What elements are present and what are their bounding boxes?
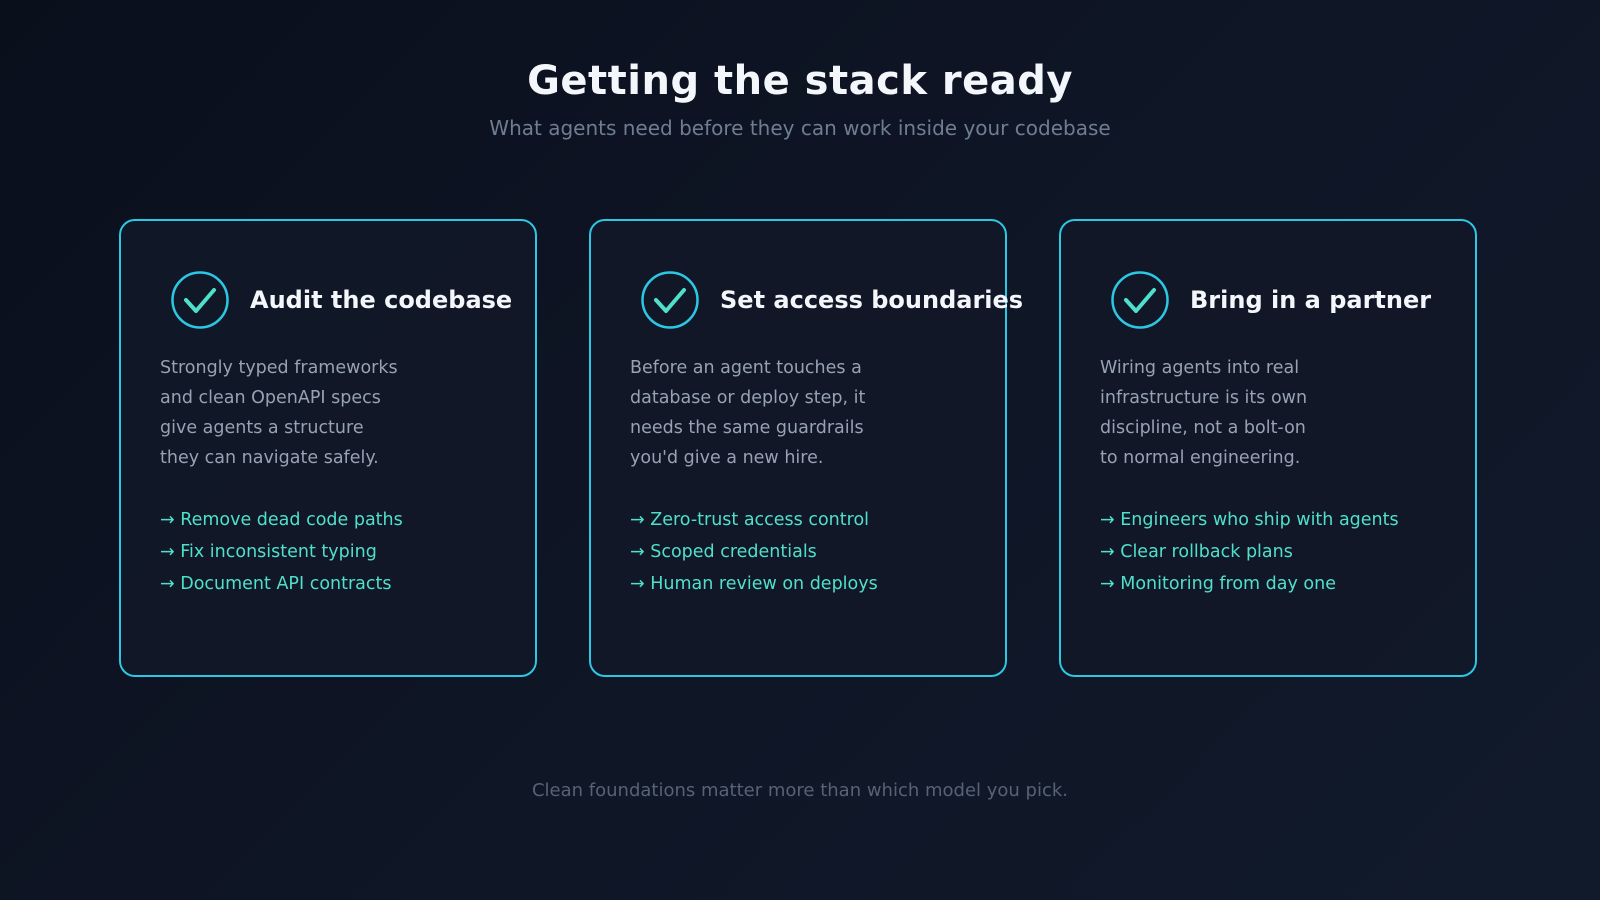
bullet-item: → Zero-trust access control <box>630 510 870 530</box>
description-line: they can navigate safely. <box>160 448 379 468</box>
bullet-item: → Scoped credentials <box>630 542 817 562</box>
bullet-item: → Document API contracts <box>160 574 392 594</box>
bullet-item: → Human review on deploys <box>630 574 878 594</box>
bullet-item: → Engineers who ship with agents <box>1100 510 1399 530</box>
card-access-boundaries: Set access boundaries Before an agent to… <box>589 219 1023 677</box>
footer-note: Clean foundations matter more than which… <box>531 780 1069 801</box>
card-title: Bring in a partner <box>1190 286 1432 314</box>
card-bring-partner: Bring in a partner Wiring agents into re… <box>1059 219 1477 677</box>
check-circle-icon <box>641 271 699 329</box>
check-circle-icon <box>1111 271 1169 329</box>
page-title: Getting the stack ready <box>527 58 1073 104</box>
bullet-list: → Engineers who ship with agents → Clear… <box>1100 504 1399 600</box>
cards-row: Audit the codebase Strongly typed framew… <box>119 219 1481 681</box>
card-header: Audit the codebase <box>171 271 512 329</box>
card-title: Audit the codebase <box>250 286 513 314</box>
bullet-item: → Fix inconsistent typing <box>160 542 377 562</box>
bullet-item: → Monitoring from day one <box>1100 574 1336 594</box>
card-description: Wiring agents into real infrastructure i… <box>1100 353 1360 473</box>
card-title: Set access boundaries <box>720 286 1024 314</box>
description-line: you'd give a new hire. <box>630 448 824 468</box>
description-line: Before an agent touches a <box>630 358 862 378</box>
bullet-item: → Remove dead code paths <box>160 510 403 530</box>
description-line: needs the same guardrails <box>630 418 864 438</box>
description-line: Wiring agents into real <box>1100 358 1300 378</box>
bullet-list: → Zero-trust access control → Scoped cre… <box>630 504 878 600</box>
description-line: database or deploy step, it <box>630 388 866 408</box>
description-line: to normal engineering. <box>1100 448 1301 468</box>
description-line: infrastructure is its own <box>1100 388 1308 408</box>
description-line: Strongly typed frameworks <box>160 358 398 378</box>
header: Getting the stack ready What agents need… <box>0 52 1600 142</box>
description-line: give agents a structure <box>160 418 364 438</box>
card-audit-codebase: Audit the codebase Strongly typed framew… <box>119 219 537 677</box>
check-circle-icon <box>171 271 229 329</box>
card-header: Set access boundaries <box>641 271 1023 329</box>
card-description: Strongly typed frameworks and clean Open… <box>160 353 420 473</box>
bullet-list: → Remove dead code paths → Fix inconsist… <box>160 504 403 600</box>
page-subtitle: What agents need before they can work in… <box>489 116 1111 140</box>
card-description: Before an agent touches a database or de… <box>630 353 890 473</box>
description-line: discipline, not a bolt-on <box>1100 418 1306 438</box>
bullet-item: → Clear rollback plans <box>1100 542 1293 562</box>
description-line: and clean OpenAPI specs <box>160 388 381 408</box>
card-header: Bring in a partner <box>1111 271 1431 329</box>
